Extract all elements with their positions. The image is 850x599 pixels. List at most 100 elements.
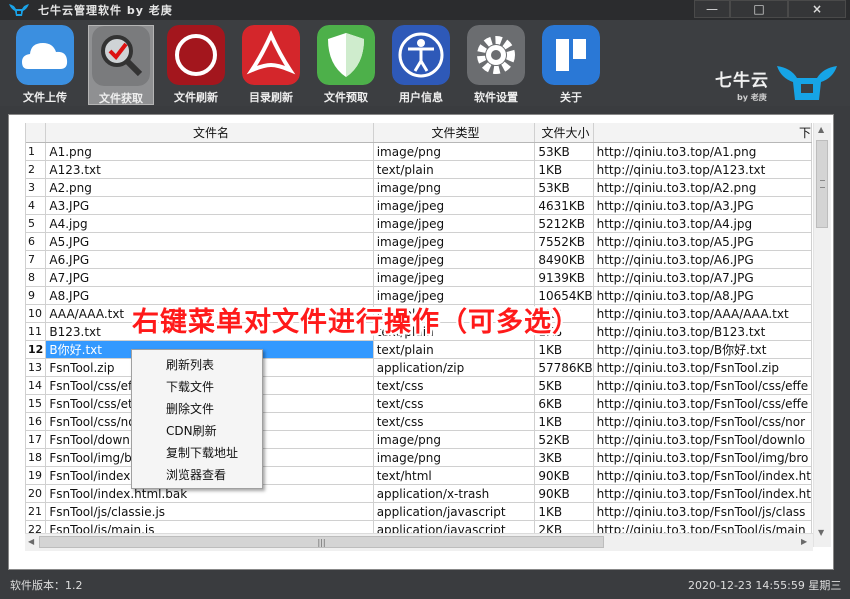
cell-filetype[interactable]: image/png [373, 430, 536, 449]
cell-filetype[interactable]: text/plain [373, 340, 536, 359]
cell-url[interactable]: http://qiniu.to3.top/FsnTool/downlo [593, 430, 812, 449]
cell-url[interactable]: http://qiniu.to3.top/B你好.txt [593, 340, 812, 359]
cell-filetype[interactable]: image/jpeg [373, 196, 536, 215]
tool-settings[interactable]: 软件设置 [464, 25, 530, 105]
cell-filetype[interactable]: image/jpeg [373, 268, 536, 287]
tool-about[interactable]: 关于 [539, 25, 605, 105]
scroll-right-icon[interactable]: ▶ [801, 537, 807, 546]
tool-file-prefetch[interactable]: 文件预取 [314, 25, 380, 105]
cell-url[interactable]: http://qiniu.to3.top/A123.txt [593, 160, 812, 179]
tool-file-upload[interactable]: 文件上传 [13, 25, 79, 105]
maximize-button[interactable]: □ [730, 0, 788, 18]
cell-filetype[interactable]: image/png [373, 178, 536, 197]
cell-filesize[interactable]: 3KB [534, 448, 594, 467]
cell-filesize[interactable]: 52KB [534, 430, 594, 449]
cell-filesize[interactable]: 8490KB [534, 250, 594, 269]
cell-filesize[interactable]: 90KB [534, 466, 594, 485]
menu-item-delete-file[interactable]: 删除文件 [166, 400, 214, 417]
scroll-down-icon[interactable]: ▼ [818, 528, 824, 537]
cell-filesize[interactable]: 90KB [534, 484, 594, 503]
menu-item-refresh-list[interactable]: 刷新列表 [166, 356, 214, 373]
cell-url[interactable]: http://qiniu.to3.top/A5.JPG [593, 232, 812, 251]
table-row[interactable]: 4 A3.JPG image/jpeg 4631KB http://qiniu.to3.… [26, 196, 812, 215]
column-header-url[interactable]: 下 [593, 123, 812, 143]
tool-directory-refresh[interactable]: 目录刷新 [239, 25, 305, 105]
cell-filesize[interactable]: 1KB [534, 412, 594, 431]
cell-filetype[interactable]: image/png [373, 448, 536, 467]
horizontal-scroll-thumb[interactable]: ||| [39, 536, 604, 548]
horizontal-scrollbar[interactable]: ◀ ||| ▶ [25, 533, 813, 551]
cell-url[interactable]: http://qiniu.to3.top/AAA/AAA.txt [593, 304, 812, 323]
cell-filesize[interactable]: 57786KB [534, 358, 594, 377]
tool-file-fetch[interactable]: 文件获取 [88, 25, 154, 105]
cell-filename[interactable]: A3.JPG [45, 196, 374, 215]
cell-filename[interactable]: A1.png [45, 142, 374, 161]
close-button[interactable]: × [788, 0, 846, 18]
cell-filename[interactable]: A123.txt [45, 160, 374, 179]
cell-filetype[interactable]: text/html [373, 466, 536, 485]
cell-filetype[interactable]: image/png [373, 142, 536, 161]
cell-filesize[interactable]: 1KB [534, 340, 594, 359]
tool-user-info[interactable]: 用户信息 [389, 25, 455, 105]
cell-filename[interactable]: A2.png [45, 178, 374, 197]
cell-url[interactable]: http://qiniu.to3.top/A2.png [593, 178, 812, 197]
cell-filetype[interactable]: application/x-trash [373, 484, 536, 503]
vertical-scrollbar[interactable]: ▲ ▼ [813, 123, 831, 547]
table-row[interactable]: 3 A2.png image/png 53KB http://qiniu.to3.top… [26, 178, 812, 197]
cell-filetype[interactable]: image/jpeg [373, 214, 536, 233]
menu-item-download-file[interactable]: 下载文件 [166, 378, 214, 395]
column-header-filetype[interactable]: 文件类型 [373, 123, 536, 143]
cell-url[interactable]: http://qiniu.to3.top/FsnTool/img/bro [593, 448, 812, 467]
menu-item-cdn-refresh[interactable]: CDN刷新 [166, 422, 217, 439]
cell-filetype[interactable]: application/zip [373, 358, 536, 377]
cell-filesize[interactable]: 53KB [534, 178, 594, 197]
cell-filesize[interactable]: 1KB [534, 160, 594, 179]
cell-filename[interactable]: A7.JPG [45, 268, 374, 287]
cell-filename[interactable]: FsnTool/js/classie.js [45, 502, 374, 521]
cell-filesize[interactable]: 1KB [534, 502, 594, 521]
cell-url[interactable]: http://qiniu.to3.top/A1.png [593, 142, 812, 161]
column-header-filename[interactable]: 文件名 [45, 123, 374, 143]
table-row[interactable]: 5 A4.jpg image/jpeg 5212KB http://qiniu.to3.… [26, 214, 812, 233]
table-row[interactable]: 21 FsnTool/js/classie.js application/javas… [26, 502, 812, 521]
minimize-button[interactable]: — [694, 0, 730, 18]
cell-url[interactable]: http://qiniu.to3.top/FsnTool/css/nor [593, 412, 812, 431]
scroll-left-icon[interactable]: ◀ [28, 537, 34, 546]
cell-filesize[interactable]: 5KB [534, 376, 594, 395]
cell-filetype[interactable]: text/css [373, 376, 536, 395]
cell-url[interactable]: http://qiniu.to3.top/FsnTool/js/class [593, 502, 812, 521]
cell-filetype[interactable]: text/css [373, 412, 536, 431]
table-row[interactable]: 1 A1.png image/png 53KB http://qiniu.to3.top… [26, 142, 812, 161]
cell-filetype[interactable]: text/plain [373, 160, 536, 179]
cell-url[interactable]: http://qiniu.to3.top/A7.JPG [593, 268, 812, 287]
cell-url[interactable]: http://qiniu.to3.top/A6.JPG [593, 250, 812, 269]
table-row[interactable]: 2 A123.txt text/plain 1KB http://qiniu.to3.t… [26, 160, 812, 179]
cell-filetype[interactable]: image/jpeg [373, 250, 536, 269]
cell-filename[interactable]: A5.JPG [45, 232, 374, 251]
menu-item-open-in-browser[interactable]: 浏览器查看 [166, 466, 226, 483]
cell-filetype[interactable]: text/css [373, 394, 536, 413]
cell-url[interactable]: http://qiniu.to3.top/A3.JPG [593, 196, 812, 215]
cell-filesize[interactable]: 6KB [534, 394, 594, 413]
cell-filesize[interactable]: 4631KB [534, 196, 594, 215]
cell-filetype[interactable]: image/jpeg [373, 232, 536, 251]
cell-filesize[interactable]: 9139KB [534, 268, 594, 287]
menu-item-copy-download-url[interactable]: 复制下载地址 [166, 444, 238, 461]
cell-url[interactable]: http://qiniu.to3.top/A4.jpg [593, 214, 812, 233]
vertical-scroll-thumb[interactable] [816, 140, 828, 228]
tool-file-refresh[interactable]: 文件刷新 [164, 25, 230, 105]
cell-url[interactable]: http://qiniu.to3.top/FsnTool/css/effe [593, 394, 812, 413]
cell-filesize[interactable]: 5212KB [534, 214, 594, 233]
column-header-filesize[interactable]: 文件大小 [534, 123, 594, 143]
scroll-up-icon[interactable]: ▲ [818, 125, 824, 134]
cell-filesize[interactable]: 7552KB [534, 232, 594, 251]
cell-url[interactable]: http://qiniu.to3.top/FsnTool/index.ht [593, 484, 812, 503]
cell-filename[interactable]: A6.JPG [45, 250, 374, 269]
cell-filetype[interactable]: application/javascript [373, 502, 536, 521]
cell-url[interactable]: http://qiniu.to3.top/FsnTool/index.ht [593, 466, 812, 485]
cell-filename[interactable]: A4.jpg [45, 214, 374, 233]
cell-url[interactable]: http://qiniu.to3.top/FsnTool/css/effe [593, 376, 812, 395]
cell-url[interactable]: http://qiniu.to3.top/A8.JPG [593, 286, 812, 305]
cell-url[interactable]: http://qiniu.to3.top/B123.txt [593, 322, 812, 341]
table-row[interactable]: 8 A7.JPG image/jpeg 9139KB http://qiniu.to3.… [26, 268, 812, 287]
